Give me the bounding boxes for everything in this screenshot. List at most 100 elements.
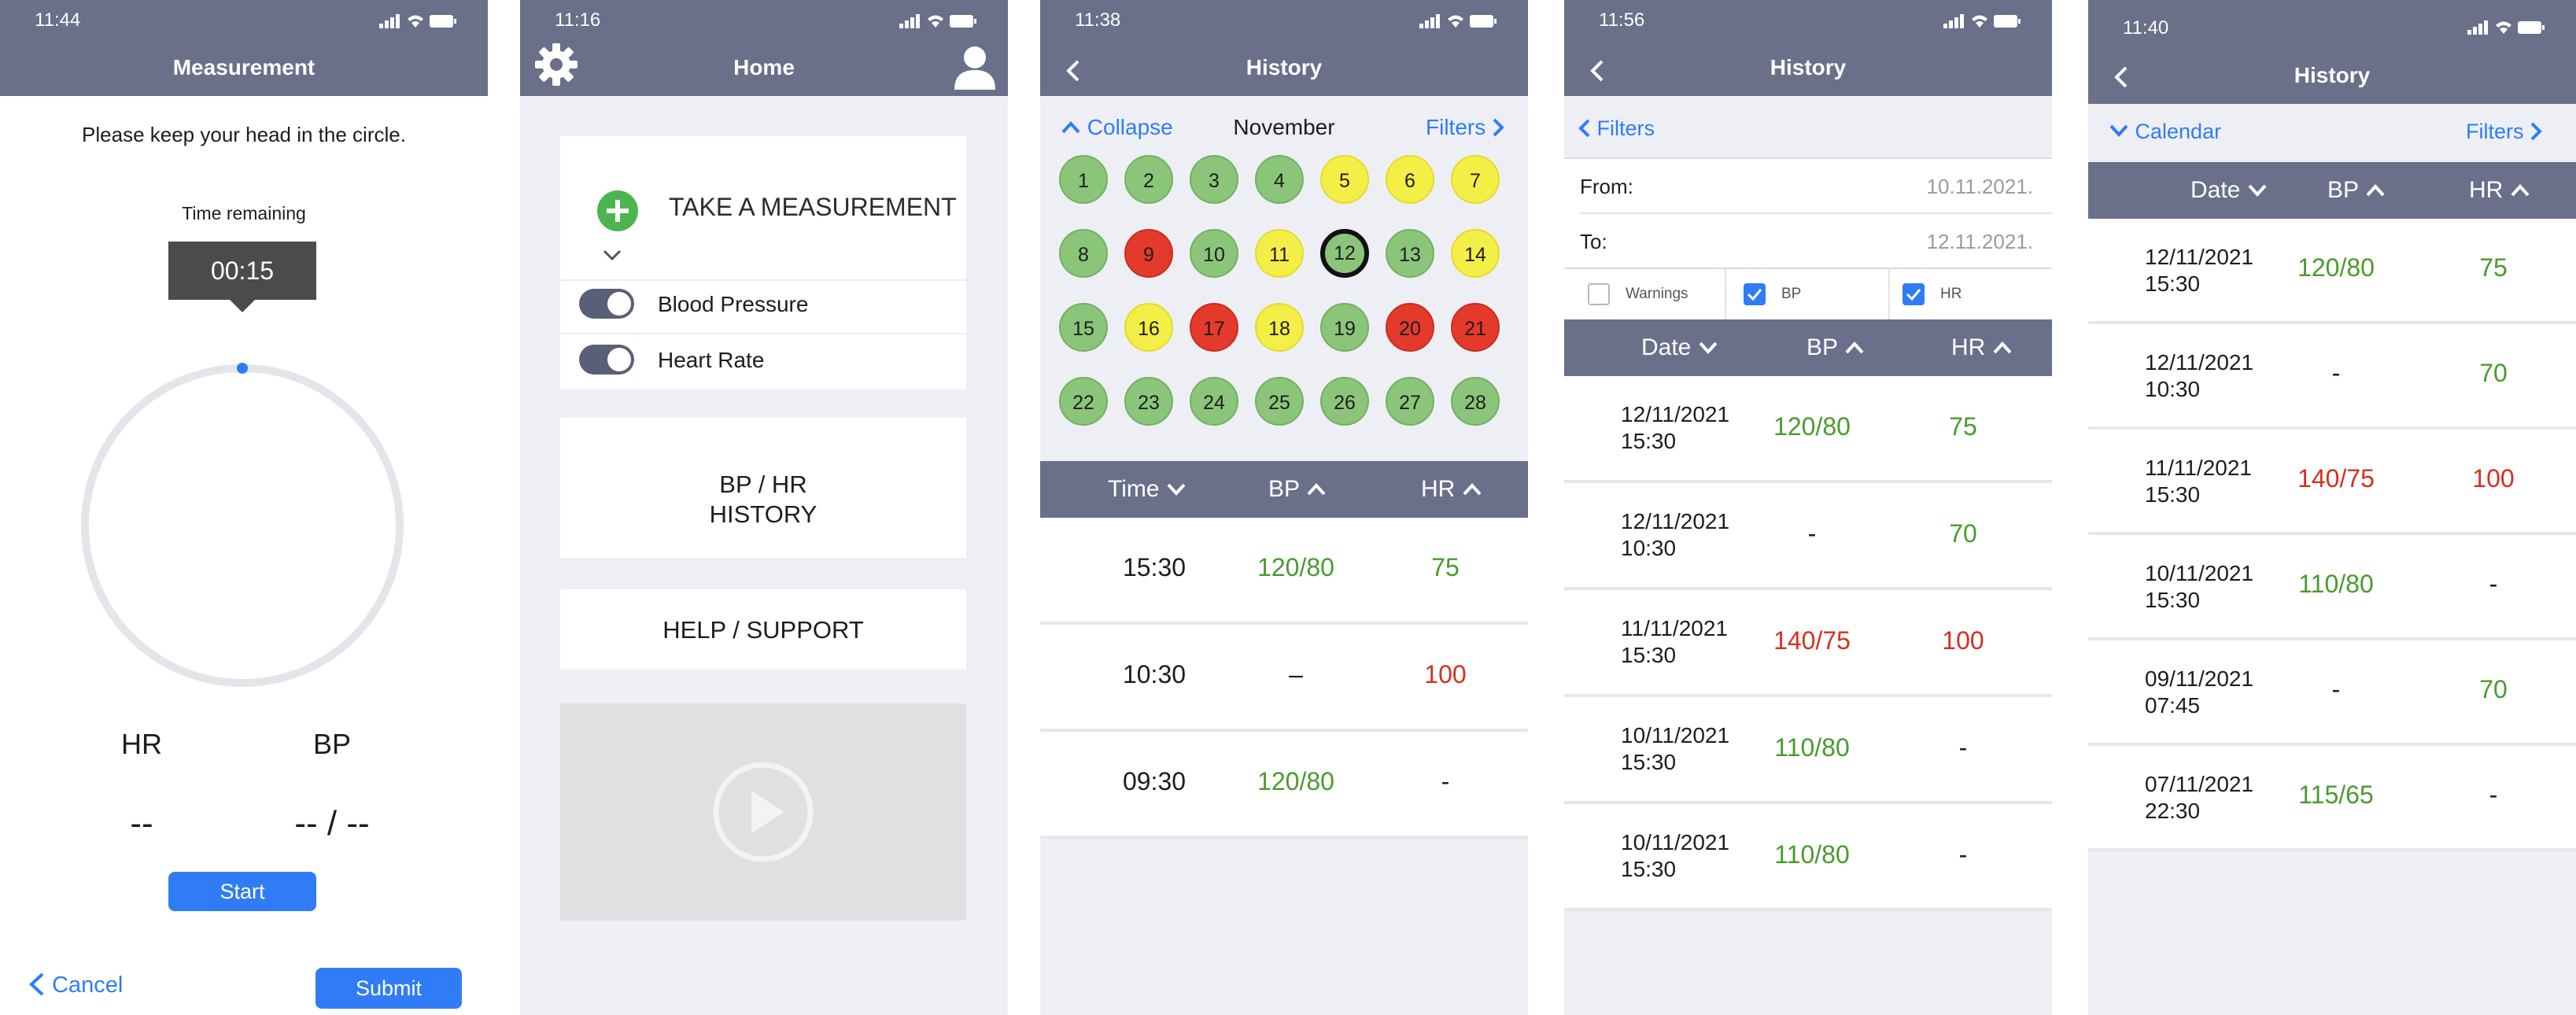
table-row[interactable]: 10:30 – 100	[1040, 625, 1528, 732]
gear-icon[interactable]	[533, 41, 580, 88]
calendar-day[interactable]: 26	[1320, 377, 1369, 426]
calendar-day[interactable]: 19	[1320, 303, 1369, 352]
time-header[interactable]: Time	[1108, 461, 1187, 518]
heart-rate-toggle[interactable]	[579, 345, 634, 375]
hr-cell: 75	[1431, 553, 1460, 581]
chevron-down-icon	[2248, 184, 2267, 197]
collapse-button[interactable]: Collapse	[1061, 115, 1173, 140]
time-value: 15:30	[1621, 643, 1677, 667]
time-value: 07:45	[2145, 693, 2201, 718]
table-row[interactable]: 15:30 120/80 75	[1040, 518, 1528, 625]
table-row[interactable]: 12/11/2021 10:30 - 70	[1564, 483, 2052, 590]
calendar-day[interactable]: 28	[1451, 377, 1500, 426]
hr-cell: -	[2489, 570, 2498, 598]
filters-button[interactable]: Filters	[1426, 115, 1504, 140]
filters-button[interactable]: Filters	[2466, 120, 2542, 144]
history-button[interactable]: BP / HR HISTORY	[560, 418, 966, 558]
calendar-day[interactable]: 2	[1124, 155, 1173, 204]
play-icon[interactable]	[712, 761, 814, 863]
timer-tooltip: 00:15	[168, 242, 316, 300]
warnings-checkbox[interactable]	[1588, 283, 1610, 305]
calendar-day[interactable]: 13	[1386, 229, 1434, 278]
chevron-down-icon[interactable]	[603, 249, 622, 261]
history-label-line1: BP / HR	[719, 471, 807, 498]
video-player[interactable]	[560, 703, 966, 921]
calendar-day[interactable]: 12	[1320, 229, 1369, 278]
hr-header[interactable]: HR	[1951, 319, 2013, 376]
table-row[interactable]: 10/11/2021 15:30 110/80 -	[1564, 697, 2052, 804]
calendar-day[interactable]: 8	[1059, 229, 1108, 278]
to-date-field[interactable]: 12.11.2021.	[1927, 230, 2033, 254]
warnings-filter[interactable]: Warnings	[1564, 269, 1726, 319]
table-row[interactable]: 12/11/2021 10:30 - 70	[2088, 324, 2576, 430]
table-row[interactable]: 09/11/2021 07:45 - 70	[2088, 640, 2576, 746]
calendar-day[interactable]: 17	[1190, 303, 1238, 352]
blood-pressure-toggle[interactable]	[579, 289, 634, 319]
history-calendar-screen: 11:38 History Collapse November Filters …	[1040, 0, 1528, 1015]
bp-checkbox[interactable]	[1744, 283, 1766, 305]
date-header[interactable]: Date	[2190, 162, 2268, 219]
calendar-day[interactable]: 5	[1320, 155, 1369, 204]
date-header[interactable]: Date	[1641, 319, 1718, 376]
calendar-day[interactable]: 1	[1059, 155, 1108, 204]
table-row[interactable]: 07/11/2021 22:30 115/65 -	[2088, 746, 2576, 851]
calendar-button[interactable]: Calendar	[2109, 120, 2221, 144]
calendar-day[interactable]: 18	[1255, 303, 1304, 352]
submit-button[interactable]: Submit	[316, 968, 462, 1009]
bp-header[interactable]: BP	[1268, 461, 1327, 518]
table-row[interactable]: 09:30 120/80 -	[1040, 732, 1528, 839]
hr-header[interactable]: HR	[2469, 162, 2530, 219]
hr-cell: 75	[1949, 412, 1977, 441]
page-title: History	[2294, 63, 2371, 87]
table-row[interactable]: 12/11/2021 15:30 120/80 75	[1564, 376, 2052, 483]
calendar-day[interactable]: 7	[1451, 155, 1500, 204]
bp-header[interactable]: BP	[2327, 162, 2386, 219]
table-row[interactable]: 11/11/2021 15:30 140/75 100	[2088, 430, 2576, 535]
calendar-day[interactable]: 14	[1451, 229, 1500, 278]
cancel-link[interactable]: Cancel	[28, 973, 123, 998]
checkmark-icon	[1906, 289, 1921, 301]
progress-dot	[237, 363, 248, 374]
calendar-label: Calendar	[2135, 120, 2222, 143]
calendar-day[interactable]: 20	[1386, 303, 1434, 352]
from-label: From:	[1580, 175, 1633, 198]
calendar-day[interactable]: 21	[1451, 303, 1500, 352]
cancel-label: Cancel	[52, 973, 124, 998]
chevron-up-icon	[1307, 483, 1326, 496]
date-cell: 12/11/2021 10:30	[2145, 349, 2253, 403]
start-button[interactable]: Start	[168, 872, 316, 911]
hr-header[interactable]: HR	[1421, 461, 1482, 518]
from-date-field[interactable]: 10.11.2021.	[1927, 175, 2033, 199]
calendar-day[interactable]: 11	[1255, 229, 1304, 278]
date-cell: 11/11/2021 15:30	[1621, 615, 1728, 669]
table-row[interactable]: 10/11/2021 15:30 110/80 -	[1564, 804, 2052, 911]
calendar-day[interactable]: 23	[1124, 377, 1173, 426]
calendar-day[interactable]: 6	[1386, 155, 1434, 204]
table-row[interactable]: 10/11/2021 15:30 110/80 -	[2088, 535, 2576, 640]
user-icon[interactable]	[951, 44, 998, 90]
date-value: 12/11/2021	[1621, 402, 1730, 426]
calendar-day[interactable]: 10	[1190, 229, 1238, 278]
calendar-day[interactable]: 15	[1059, 303, 1108, 352]
hr-filter[interactable]: HR	[1890, 269, 2052, 319]
calendar-day[interactable]: 9	[1124, 229, 1173, 278]
bp-filter[interactable]: BP	[1726, 269, 1890, 319]
take-measurement-label[interactable]: TAKE A MEASUREMENT	[669, 193, 957, 222]
calendar-day[interactable]: 16	[1124, 303, 1173, 352]
time-value: 15:30	[1621, 429, 1677, 453]
hr-checkbox[interactable]	[1902, 283, 1925, 305]
table-row[interactable]: 12/11/2021 15:30 120/80 75	[2088, 219, 2576, 324]
help-support-button[interactable]: HELP / SUPPORT	[560, 589, 966, 670]
calendar-day[interactable]: 4	[1255, 155, 1304, 204]
bp-header[interactable]: BP	[1807, 319, 1865, 376]
chevron-up-icon	[1993, 341, 2012, 354]
calendar-day[interactable]: 25	[1255, 377, 1304, 426]
table-row[interactable]: 11/11/2021 15:30 140/75 100	[1564, 590, 2052, 697]
calendar-day[interactable]: 27	[1386, 377, 1434, 426]
calendar-day[interactable]: 3	[1190, 155, 1238, 204]
calendar-day[interactable]: 22	[1059, 377, 1108, 426]
time-header-label: Time	[1108, 476, 1160, 502]
add-icon[interactable]	[596, 190, 639, 232]
calendar-day[interactable]: 24	[1190, 377, 1238, 426]
filters-back-button[interactable]: Filters	[1578, 116, 1655, 141]
